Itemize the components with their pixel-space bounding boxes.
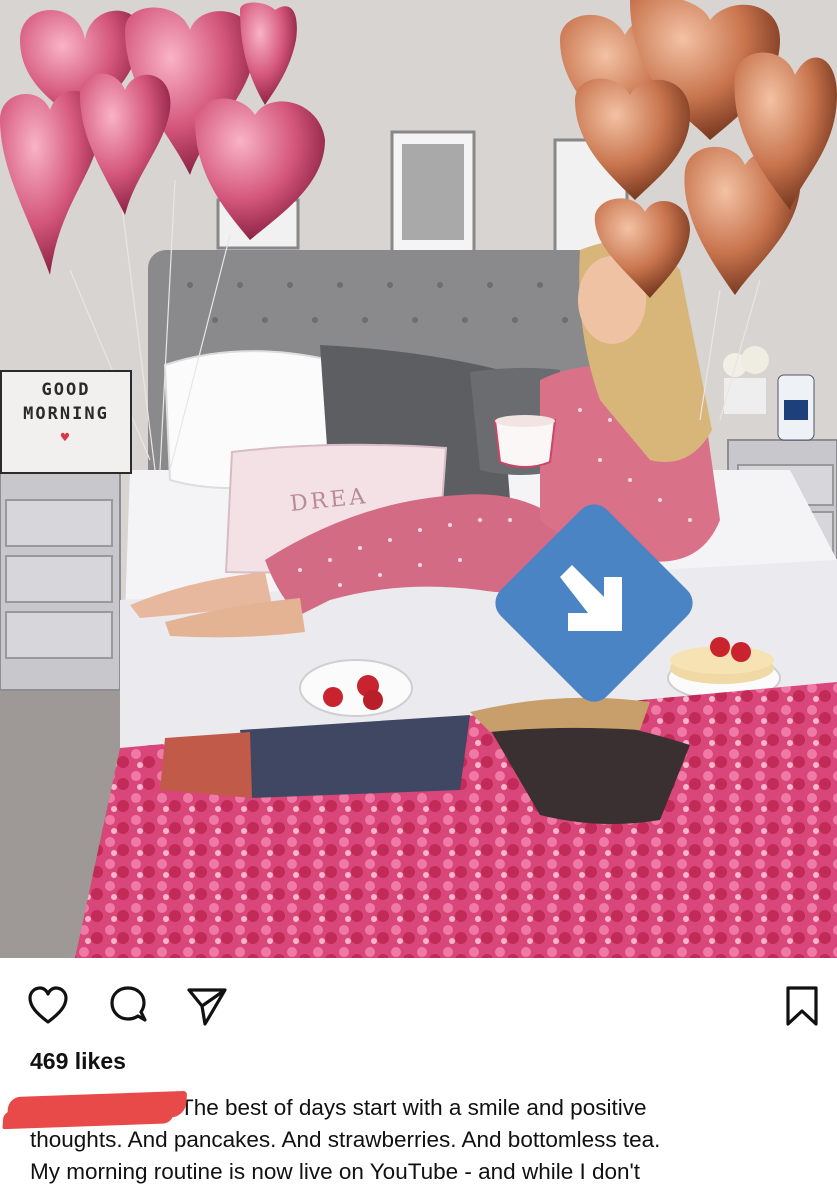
redacted-username — [6, 1090, 188, 1124]
caption-line-1: The best of days start with a smile and … — [6, 1090, 830, 1124]
sign-heart-icon: ♥ — [60, 430, 72, 446]
bedroom-scene — [0, 0, 837, 958]
comment-bubble-icon — [110, 986, 147, 1022]
sign-line-2: MORNING — [23, 404, 109, 424]
post-photo[interactable]: GOOD MORNING ♥ DREA — [0, 0, 837, 958]
likes-count[interactable]: 469 likes — [30, 1048, 126, 1075]
sign-line-1: GOOD — [41, 380, 91, 400]
arrow-down-right-icon — [560, 565, 622, 631]
good-morning-lightbox-sign: GOOD MORNING ♥ — [0, 370, 132, 474]
paper-plane-icon — [187, 988, 227, 1026]
like-button[interactable] — [26, 984, 70, 1028]
share-button[interactable] — [185, 984, 229, 1028]
caption-line-3: My morning routine is now live on YouTub… — [30, 1159, 641, 1184]
post-caption: The best of days start with a smile and … — [6, 1090, 830, 1188]
caption-text-1: The best of days start with a smile and … — [180, 1095, 647, 1120]
bookmark-icon — [786, 986, 818, 1026]
save-button[interactable] — [780, 984, 824, 1028]
comment-button[interactable] — [106, 984, 150, 1028]
caption-line-2: thoughts. And pancakes. And strawberries… — [30, 1127, 661, 1152]
heart-outline-icon — [28, 986, 68, 1024]
